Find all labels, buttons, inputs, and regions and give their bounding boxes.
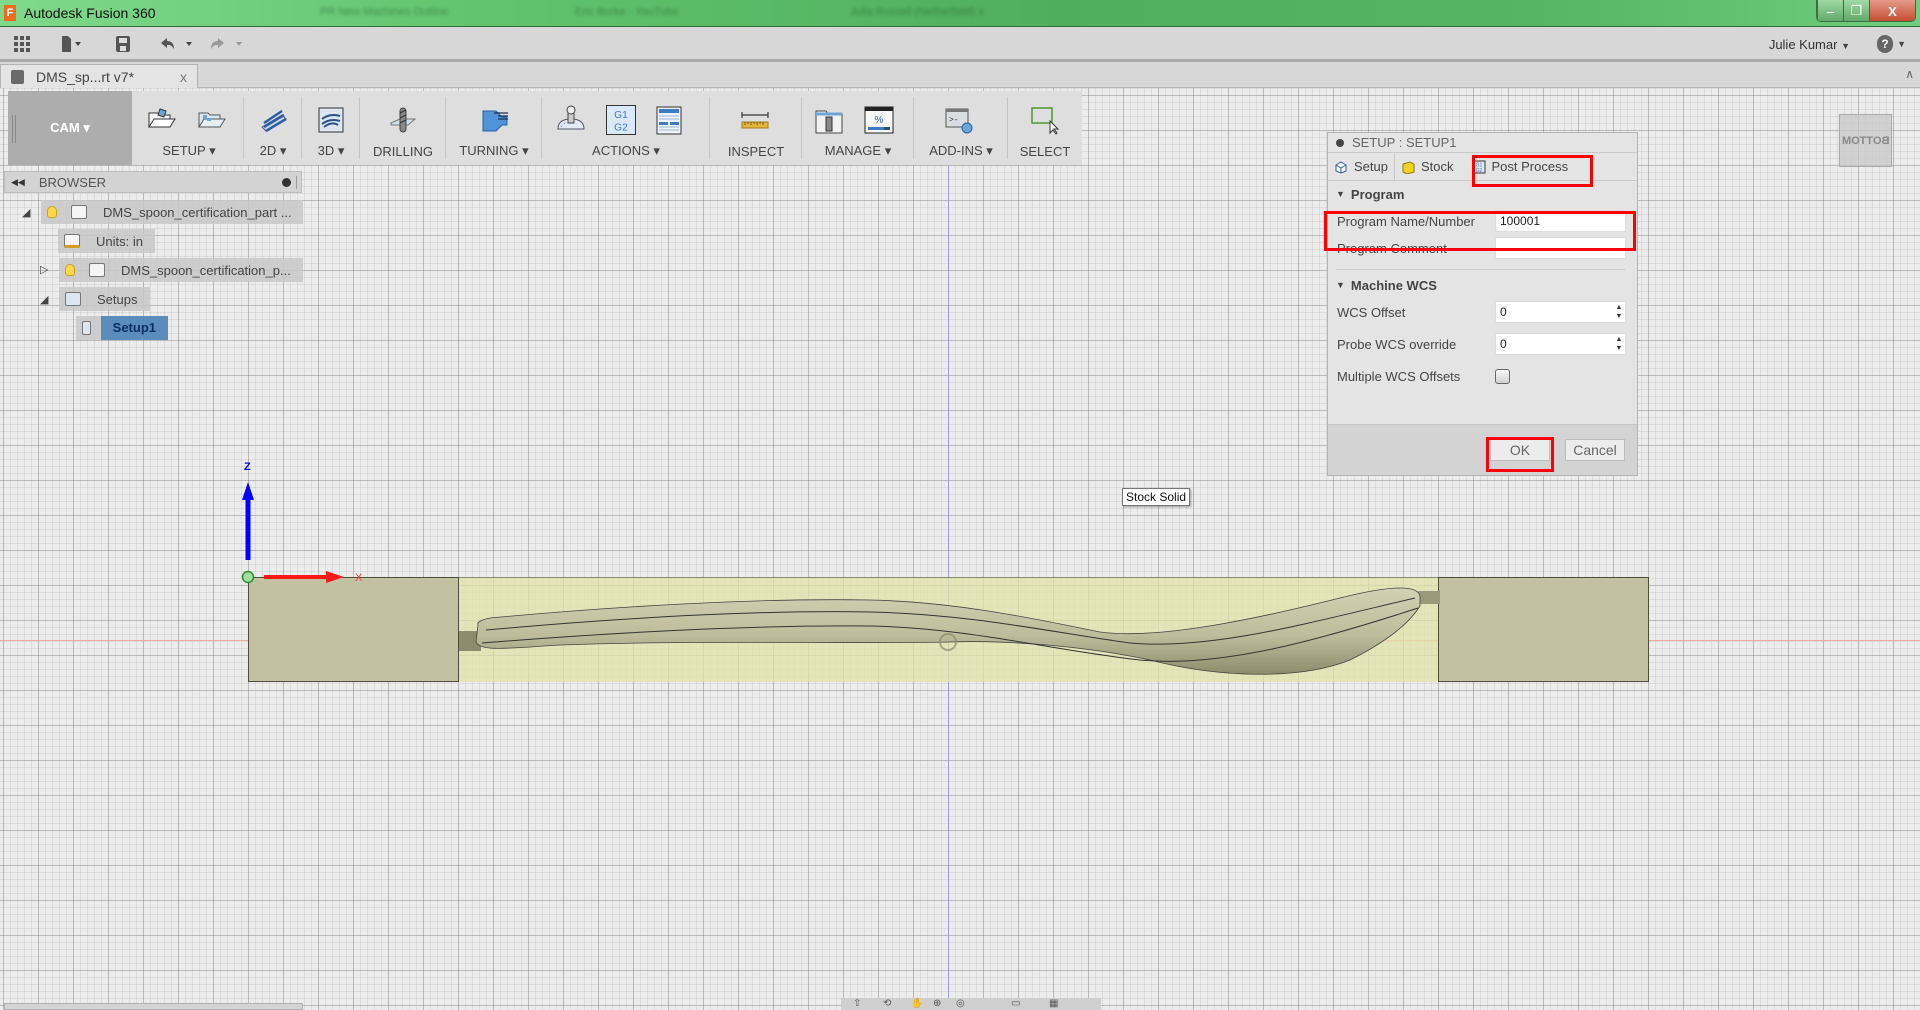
x-axis-label: X	[355, 572, 363, 584]
section-divider	[1336, 269, 1625, 270]
svg-text:G2: G2	[1475, 168, 1482, 174]
spin-down-icon[interactable]: ▼	[1616, 344, 1623, 353]
probe-wcs-spinner[interactable]: ▲ ▼	[1613, 333, 1625, 355]
spoon-tab-right	[1418, 591, 1440, 604]
ok-button[interactable]: OK	[1490, 439, 1550, 461]
x-axis-arrowhead	[326, 571, 344, 583]
program-comment-input[interactable]	[1495, 237, 1626, 259]
probe-wcs-input[interactable]	[1495, 333, 1626, 355]
dialog-collapse-icon[interactable]	[1336, 138, 1344, 147]
tab-label: Stock	[1420, 159, 1454, 174]
spin-up-icon[interactable]: ▲	[1616, 335, 1623, 344]
navigation-bar: ⇧ ⟲ ✋ ⊕ ◎ ▭ ▦	[841, 998, 1101, 1010]
display-settings-icon[interactable]: ▭	[1011, 998, 1020, 1009]
stock-cube-icon	[1402, 160, 1415, 174]
viewcube-face-label: BOTTOM	[1841, 134, 1890, 147]
wcs-offset-label: WCS Offset	[1337, 304, 1406, 320]
dialog-header: SETUP : SETUP1	[1328, 133, 1637, 153]
grid-settings-icon[interactable]: ▦	[1049, 998, 1058, 1009]
viewcube[interactable]: BOTTOM	[1839, 114, 1892, 167]
cancel-button[interactable]: Cancel	[1565, 439, 1625, 461]
section-title: Machine WCS	[1350, 277, 1437, 293]
section-program[interactable]: ▼ Program	[1328, 183, 1637, 205]
look-at-icon[interactable]: ⟲	[883, 998, 891, 1009]
tab-post-process[interactable]: G1 G2 Post Process	[1466, 153, 1575, 181]
tab-setup[interactable]: Setup	[1328, 152, 1395, 181]
collapse-triangle-icon: ▼	[1336, 280, 1345, 290]
collapse-triangle-icon: ▼	[1336, 189, 1345, 199]
spin-up-icon[interactable]: ▲	[1616, 303, 1623, 312]
zoom-icon[interactable]: ⊕	[933, 998, 941, 1009]
multiple-wcs-checkbox[interactable]	[1495, 368, 1510, 384]
tab-stock[interactable]: Stock	[1395, 153, 1460, 181]
wcs-offset-row: WCS Offset ▲▼	[1328, 296, 1637, 328]
wcs-offset-input[interactable]	[1495, 301, 1626, 323]
program-comment-row: Program Comment	[1328, 237, 1637, 259]
dialog-tabs: Setup Stock G1 G2 Post Process	[1328, 152, 1637, 181]
stock-solid-tooltip: Stock Solid	[1122, 488, 1191, 506]
setup-cube-icon	[1335, 160, 1347, 174]
section-machine-wcs[interactable]: ▼ Machine WCS	[1328, 274, 1637, 296]
probe-wcs-label: Probe WCS override	[1337, 336, 1457, 352]
setup-dialog: SETUP : SETUP1 Setup Stock G1 G2 Post Pro…	[1327, 132, 1638, 476]
dialog-footer: OK Cancel	[1328, 424, 1637, 475]
orbit-icon[interactable]: ⇧	[853, 998, 861, 1009]
fit-icon[interactable]: ◎	[956, 998, 965, 1009]
z-axis-label: Z	[244, 461, 251, 473]
origin-point[interactable]	[241, 570, 255, 584]
spin-down-icon[interactable]: ▼	[1616, 312, 1623, 321]
comments-panel[interactable]	[4, 1003, 303, 1010]
tab-label: Setup	[1354, 159, 1388, 174]
z-axis-arrowhead	[242, 482, 254, 500]
pan-icon[interactable]: ✋	[911, 998, 923, 1009]
program-name-label: Program Name/Number	[1337, 213, 1475, 229]
probe-wcs-row: Probe WCS override ▲▼	[1328, 328, 1637, 360]
wcs-offset-spinner[interactable]: ▲ ▼	[1613, 301, 1625, 323]
program-comment-label: Program Comment	[1337, 240, 1447, 256]
multiple-wcs-label: Multiple WCS Offsets	[1337, 368, 1461, 384]
program-name-input[interactable]	[1495, 210, 1626, 232]
program-name-row: Program Name/Number	[1328, 205, 1637, 237]
section-title: Program	[1350, 186, 1405, 202]
multiple-wcs-row: Multiple WCS Offsets	[1328, 360, 1637, 392]
tab-label: Post Process	[1491, 159, 1569, 174]
dialog-title: SETUP : SETUP1	[1352, 135, 1457, 150]
post-process-tab-icon: G1G2	[1472, 160, 1485, 174]
